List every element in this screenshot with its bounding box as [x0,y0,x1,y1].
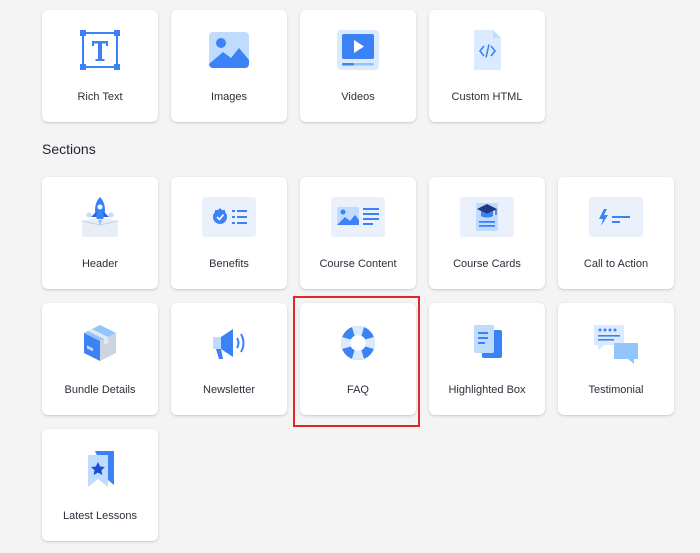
bookmark-star-icon [72,447,128,491]
section-call-to-action[interactable]: Call to Action [558,177,674,289]
section-highlighted-box[interactable]: Highlighted Box [429,303,545,415]
sections-heading: Sections [42,141,96,157]
section-faq[interactable]: FAQ [300,303,416,415]
block-label: Custom HTML [451,91,523,103]
section-bundle-details[interactable]: Bundle Details [42,303,158,415]
badge-list-icon [201,195,257,239]
block-videos[interactable]: Videos [300,10,416,122]
section-latest-lessons[interactable]: Latest Lessons [42,429,158,541]
section-course-cards[interactable]: Course Cards [429,177,545,289]
section-label: Benefits [209,258,249,270]
block-images[interactable]: Images [171,10,287,122]
image-list-icon [330,195,386,239]
graduation-cap-icon [459,195,515,239]
section-label: Testimonial [588,384,644,396]
block-label: Videos [341,91,375,103]
video-icon [330,28,386,72]
section-label: Course Content [319,258,397,270]
box-icon [72,321,128,365]
lifebuoy-icon [330,321,386,365]
code-file-icon [459,28,515,72]
section-label: Bundle Details [64,384,136,396]
rich-text-icon [72,28,128,72]
megaphone-icon [201,321,257,365]
documents-icon [459,321,515,365]
section-label: Header [81,258,119,270]
block-custom-html[interactable]: Custom HTML [429,10,545,122]
lightning-icon [588,195,644,239]
section-label: Highlighted Box [448,384,526,396]
section-course-content[interactable]: Course Content [300,177,416,289]
block-label: Rich Text [77,91,123,103]
image-icon [201,28,257,72]
section-label: Course Cards [453,258,521,270]
section-label: Newsletter [203,384,255,396]
section-benefits[interactable]: Benefits [171,177,287,289]
rocket-icon [72,195,128,239]
section-testimonial[interactable]: Testimonial [558,303,674,415]
section-newsletter[interactable]: Newsletter [171,303,287,415]
section-label: Call to Action [583,258,649,270]
section-header[interactable]: Header [42,177,158,289]
block-label: Images [210,91,248,103]
section-label: FAQ [346,384,369,396]
block-rich-text[interactable]: Rich Text [42,10,158,122]
section-label: Latest Lessons [63,510,137,522]
chat-bubbles-icon [588,321,644,365]
